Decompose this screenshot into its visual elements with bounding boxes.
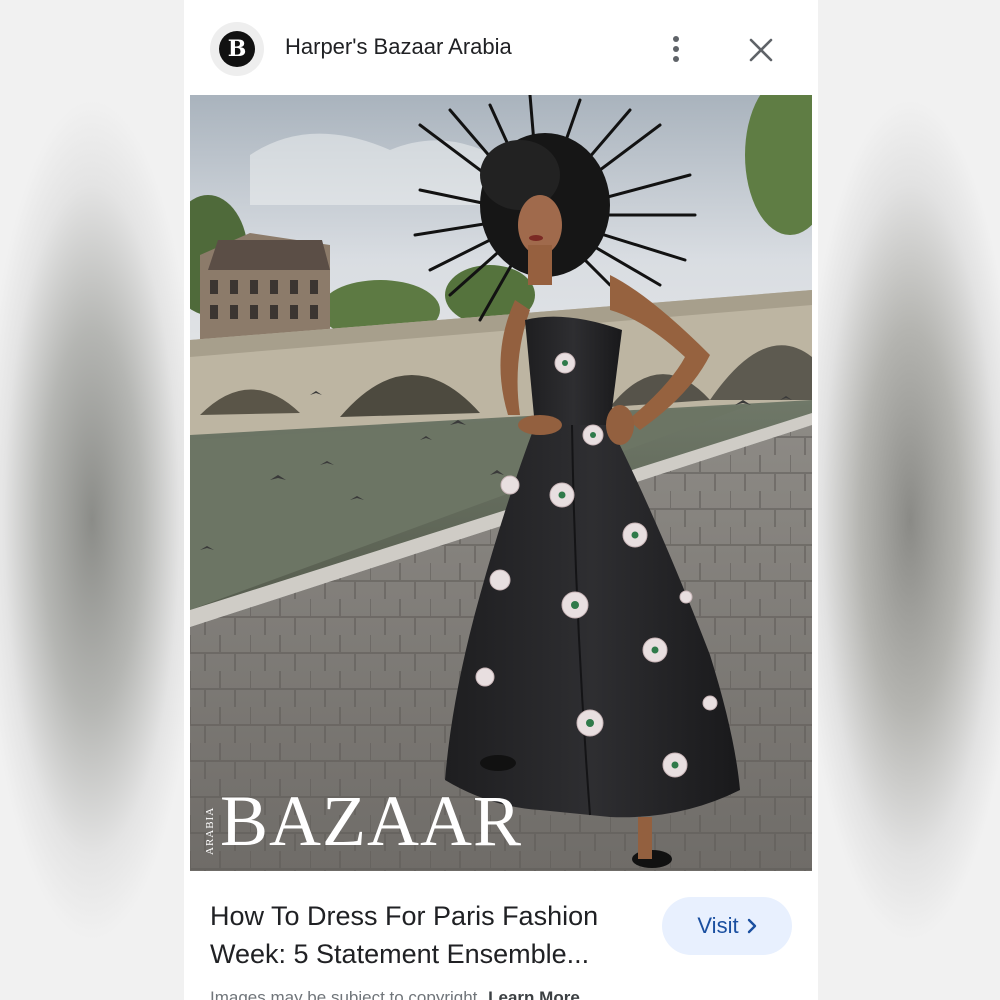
more-vert-icon <box>673 46 679 52</box>
watermark-logo: BAZAAR <box>220 781 523 861</box>
more-options-button[interactable] <box>662 30 690 68</box>
chevron-right-icon <box>747 898 757 956</box>
blurred-background-right <box>818 0 1000 1000</box>
close-button[interactable] <box>746 35 776 65</box>
copyright-notice: Images may be subject to copyright. Learn… <box>210 988 580 1000</box>
image-preview-card: B Harper's Bazaar Arabia BAZAAR ARABIA H… <box>184 0 818 1000</box>
site-name[interactable]: Harper's Bazaar Arabia <box>285 34 512 60</box>
result-title[interactable]: How To Dress For Paris Fashion Week: 5 S… <box>210 897 650 973</box>
more-vert-icon <box>673 36 679 42</box>
learn-more-link[interactable]: Learn More <box>488 988 580 1000</box>
watermark-sublabel: ARABIA <box>204 806 216 855</box>
source-header: B Harper's Bazaar Arabia <box>184 0 818 95</box>
result-image[interactable]: BAZAAR ARABIA <box>190 95 812 871</box>
close-icon <box>749 38 773 62</box>
site-logo[interactable]: B <box>210 22 264 76</box>
visit-label: Visit <box>697 913 739 938</box>
blurred-background-left <box>0 0 184 1000</box>
more-vert-icon <box>673 56 679 62</box>
copyright-text: Images may be subject to copyright. <box>210 988 483 1000</box>
fashion-photo-illustration <box>190 95 812 871</box>
site-logo-letter: B <box>219 31 255 67</box>
visit-button[interactable]: Visit <box>662 897 792 955</box>
